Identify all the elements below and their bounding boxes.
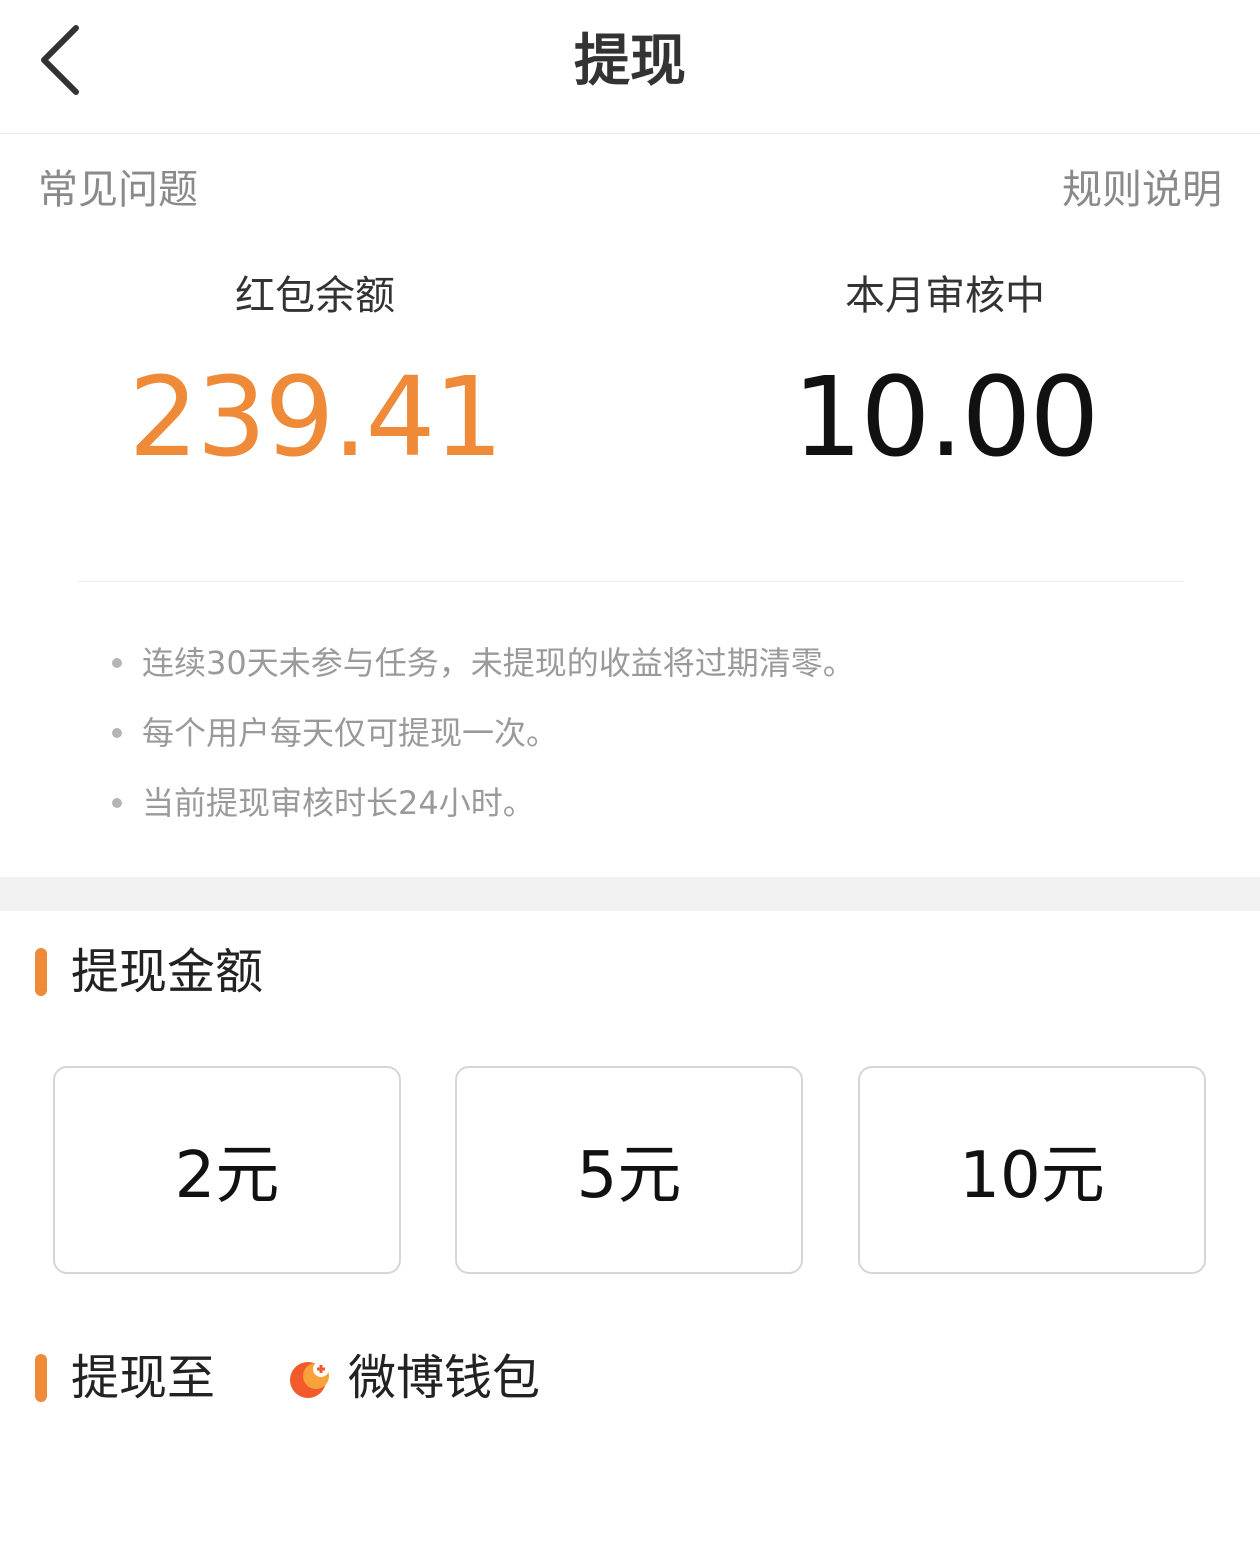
weibo-wallet-option[interactable]: 微博钱包 <box>288 1348 540 1408</box>
pending-value: 10.00 <box>792 353 1100 481</box>
amount-option-10[interactable]: 10元 <box>858 1066 1206 1274</box>
bullet-icon <box>112 728 122 738</box>
weibo-wallet-icon <box>290 1361 329 1398</box>
divider <box>77 581 1184 582</box>
note-text: 每个用户每天仅可提现一次。 <box>142 714 559 752</box>
bullet-icon <box>112 798 122 808</box>
bullet-icon <box>112 658 122 668</box>
faq-link[interactable]: 常见问题 <box>38 162 198 218</box>
balance-label: 红包余额 <box>235 273 395 319</box>
wallet-label: 微博钱包 <box>348 1350 541 1406</box>
balance-value: 239.41 <box>128 353 504 481</box>
destination-section-title: 提现至 <box>71 1350 216 1406</box>
accent-bar <box>35 948 47 996</box>
accent-bar <box>35 1354 47 1402</box>
note-text: 当前提现审核时长24小时。 <box>142 784 535 822</box>
notes-list: 连续30天未参与任务，未提现的收益将过期清零。 每个用户每天仅可提现一次。 当前… <box>108 628 855 838</box>
page-title: 提现 <box>574 29 686 94</box>
nav-bar: 提现 <box>0 0 1260 134</box>
pending-label: 本月审核中 <box>845 273 1045 319</box>
note-item: 连续30天未参与任务，未提现的收益将过期清零。 <box>108 628 855 698</box>
amount-section-title: 提现金额 <box>71 944 264 1000</box>
amount-option-5[interactable]: 5元 <box>455 1066 803 1274</box>
note-text: 连续30天未参与任务，未提现的收益将过期清零。 <box>142 644 855 682</box>
section-divider <box>0 877 1260 911</box>
amount-option-2[interactable]: 2元 <box>53 1066 401 1274</box>
note-item: 每个用户每天仅可提现一次。 <box>108 698 855 768</box>
note-item: 当前提现审核时长24小时。 <box>108 768 855 838</box>
rules-link[interactable]: 规则说明 <box>1062 162 1222 218</box>
